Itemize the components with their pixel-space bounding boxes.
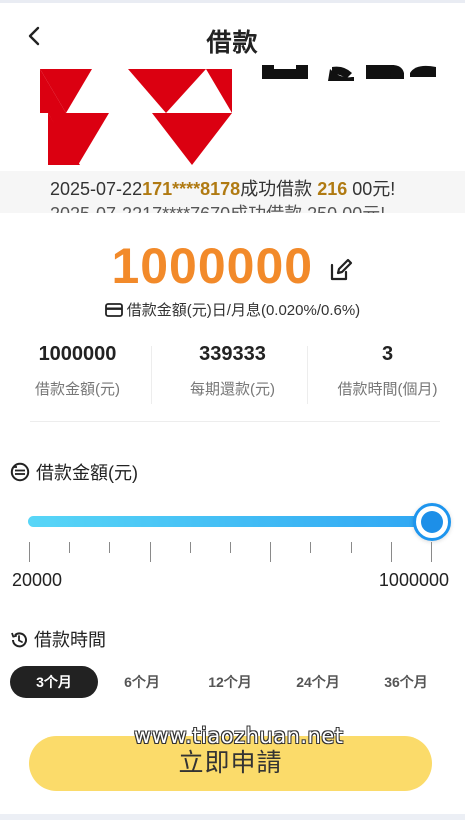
ticker-item-partial: 2025-07-2217****7670成功借款 250 00元! [50,200,385,213]
stat-installment: 339333 每期還款(元) [155,340,310,399]
ticker-amount: 216 [317,179,348,199]
slider-tick [189,542,191,553]
slider-tick [270,542,272,562]
term-option-3[interactable]: 3个月 [10,666,98,698]
coin-icon [10,462,30,482]
slider-ticks [29,542,434,564]
slider-handle[interactable] [413,503,451,541]
loan-amount-value: 1000000 [111,238,314,294]
stat-value: 339333 [199,343,266,365]
slider-tick [431,542,432,562]
section-title-text: 借款金額(元) [36,463,138,483]
ticker-item: 2025-07-22171****8178成功借款 216 00元! [50,175,395,201]
watermark: www.tiaozhuan.net [134,724,344,748]
page-title: 借款 [206,29,259,57]
term-option-12[interactable]: 12个月 [186,666,274,698]
hsbc-logo [40,65,436,165]
history-icon [11,632,27,648]
interest-rate-info: 借款金額(元)日/月息(0.020%/0.6%) [0,299,465,320]
banner [0,55,465,173]
divider [30,421,440,422]
interest-rate-text: 借款金額(元)日/月息(0.020%/0.6%) [126,302,361,319]
loan-summary: 1000000 借款金額(元) 339333 每期還款(元) 3 借款時間(個月… [0,340,465,404]
slider-tick [29,542,30,562]
slider-fill [28,516,433,527]
edit-icon[interactable] [328,257,354,283]
ticker-phone: 171****8178 [142,179,241,199]
loan-ticker: 2025-07-22171****8178成功借款 216 00元! 2025-… [0,171,465,213]
stat-label: 每期還款(元) [190,381,275,398]
divider [307,346,308,404]
slider-tick [310,542,312,553]
slider-max-label: 1000000 [378,570,449,590]
stat-loan-amount: 1000000 借款金額(元) [0,340,155,399]
term-options: 3个月 6个月 12个月 24个月 36个月 [10,666,455,698]
slider-tick [69,542,71,553]
stat-value: 1000000 [38,343,117,365]
slider-tick [230,542,231,553]
term-option-36[interactable]: 36个月 [362,666,450,698]
slider-tick [109,542,111,553]
loan-amount-section-title: 借款金額(元) [10,459,138,485]
credit-card-icon [104,303,123,317]
stat-label: 借款時間(個月) [337,381,438,398]
header: 借款 [0,3,465,57]
loan-page: 借款 2025-07-22171****8178成功借款 216 00元! 20… [0,0,465,820]
ticker-date: 2025-07-22 [50,179,143,199]
slider-tick [390,542,392,562]
loan-amount-display: 1000000 [0,236,465,296]
stat-value: 3 [381,343,394,365]
ticker-text: 成功借款 [240,179,318,199]
divider [151,346,152,404]
loan-term-section-title: 借款時間 [10,626,106,652]
stat-label: 借款金額(元) [35,381,120,398]
slider-tick [149,542,151,562]
ticker-tail: 00元! [352,179,396,199]
bottom-divider [0,814,465,820]
loan-amount-slider[interactable] [28,516,433,527]
section-title-text: 借款時間 [34,630,106,650]
slider-min-label: 20000 [12,570,63,590]
term-option-6[interactable]: 6个月 [98,666,186,698]
stat-term: 3 借款時間(個月) [310,340,465,399]
slider-tick [350,542,352,553]
term-option-24[interactable]: 24个月 [274,666,362,698]
